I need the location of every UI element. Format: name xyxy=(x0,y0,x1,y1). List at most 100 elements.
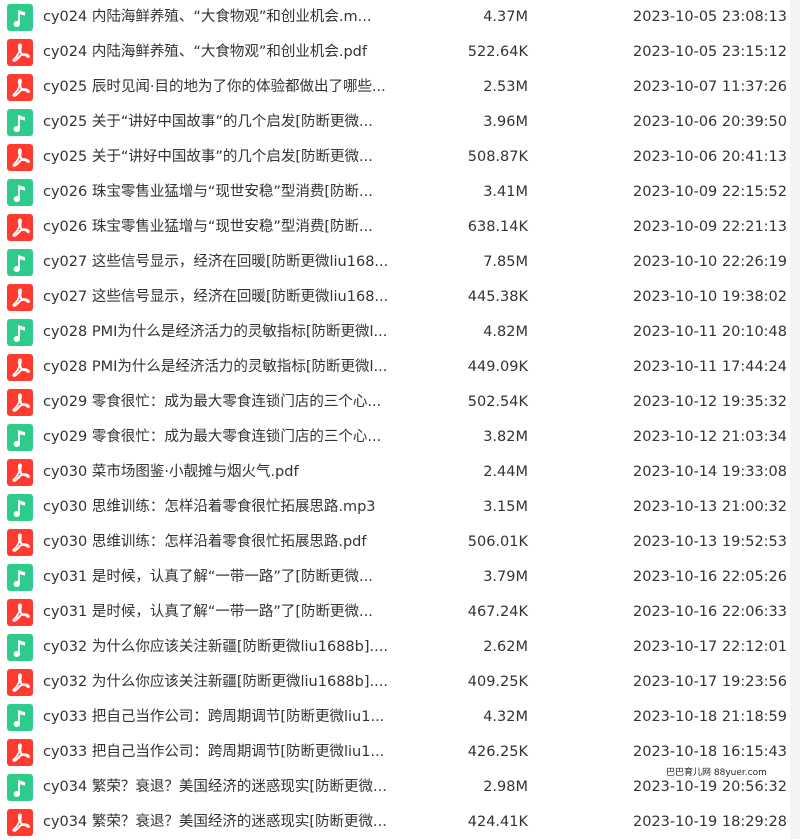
file-size: 3.15M xyxy=(483,499,528,515)
pdf-icon xyxy=(7,39,33,66)
file-row[interactable]: cy028 PMI为什么是经济活力的灵敏指标[防断更微l... 4.82M 2023… xyxy=(0,315,790,350)
file-size: 508.87K xyxy=(467,149,528,165)
file-date: 2023-10-10 22:26:19 xyxy=(633,254,787,270)
file-name[interactable]: cy030 思维训练：怎样沿着零食很忙拓展思路.mp3 xyxy=(43,490,398,525)
file-name[interactable]: cy025 辰时见闻·目的地为了你的体验都做出了哪些... xyxy=(43,70,398,105)
pdf-icon xyxy=(7,809,33,836)
file-row[interactable]: cy024 内陆海鲜养殖、“大食物观”和创业机会.pdf 522.64K 2023-… xyxy=(0,35,790,70)
file-name[interactable]: cy029 零食很忙：成为最大零食连锁门店的三个心... xyxy=(43,420,398,455)
file-row[interactable]: cy030 菜市场图鉴·小靓摊与烟火气.pdf 2.44M 2023-10-14 1… xyxy=(0,455,790,490)
file-row[interactable]: cy027 这些信号显示，经济在回暖[防断更微liu168... 445.38K 2… xyxy=(0,280,790,315)
file-name[interactable]: cy029 零食很忙：成为最大零食连锁门店的三个心... xyxy=(43,385,398,420)
file-row[interactable]: cy029 零食很忙：成为最大零食连锁门店的三个心... 3.82M 2023-10… xyxy=(0,420,790,455)
file-name[interactable]: cy034 繁荣？衰退？美国经济的迷惑现实[防断更微... xyxy=(43,770,398,805)
file-name[interactable]: cy033 把自己当作公司：跨周期调节[防断更微liu1... xyxy=(43,735,398,770)
file-date: 2023-10-11 17:44:24 xyxy=(633,359,787,375)
file-row[interactable]: cy025 关于“讲好中国故事”的几个启发[防断更微... 508.87K 2023… xyxy=(0,140,790,175)
file-date: 2023-10-14 19:33:08 xyxy=(633,464,787,480)
file-row[interactable]: cy032 为什么你应该关注新疆[防断更微liu1688b].... 2.62M 2… xyxy=(0,630,790,665)
music-note-icon xyxy=(7,424,33,451)
file-date: 2023-10-12 21:03:34 xyxy=(633,429,787,445)
file-date: 2023-10-10 19:38:02 xyxy=(633,289,787,305)
file-name[interactable]: cy025 关于“讲好中国故事”的几个启发[防断更微... xyxy=(43,105,398,140)
pdf-icon xyxy=(7,354,33,381)
file-name[interactable]: cy024 内陆海鲜养殖、“大食物观”和创业机会.pdf xyxy=(43,35,398,70)
file-name[interactable]: cy031 是时候，认真了解“一带一路”了[防断更微... xyxy=(43,595,398,630)
file-name[interactable]: cy026 珠宝零售业猛增与“现世安稳”型消费[防断... xyxy=(43,175,398,210)
file-name[interactable]: cy025 关于“讲好中国故事”的几个启发[防断更微... xyxy=(43,140,398,175)
file-row[interactable]: cy030 思维训练：怎样沿着零食很忙拓展思路.pdf 506.01K 2023-1… xyxy=(0,525,790,560)
file-name[interactable]: cy032 为什么你应该关注新疆[防断更微liu1688b].... xyxy=(43,665,398,700)
file-list: cy024 内陆海鲜养殖、“大食物观”和创业机会.m... 4.37M 2023-1… xyxy=(0,0,790,840)
file-date: 2023-10-09 22:15:52 xyxy=(633,184,787,200)
music-note-icon xyxy=(7,109,33,136)
file-size: 2.44M xyxy=(483,464,528,480)
file-name[interactable]: cy030 菜市场图鉴·小靓摊与烟火气.pdf xyxy=(43,455,398,490)
file-size: 522.64K xyxy=(467,44,528,60)
file-row[interactable]: cy026 珠宝零售业猛增与“现世安稳”型消费[防断... 3.41M 2023-1… xyxy=(0,175,790,210)
file-name[interactable]: cy028 PMI为什么是经济活力的灵敏指标[防断更微l... xyxy=(43,350,398,385)
file-name[interactable]: cy027 这些信号显示，经济在回暖[防断更微liu168... xyxy=(43,245,398,280)
file-row[interactable]: cy033 把自己当作公司：跨周期调节[防断更微liu1... 4.32M 2023… xyxy=(0,700,790,735)
pdf-icon xyxy=(7,669,33,696)
pdf-icon xyxy=(7,529,33,556)
file-size: 502.54K xyxy=(467,394,528,410)
file-size: 3.82M xyxy=(483,429,528,445)
file-row[interactable]: cy034 繁荣？衰退？美国经济的迷惑现实[防断更微... 424.41K 2023… xyxy=(0,805,790,840)
file-date: 2023-10-06 20:39:50 xyxy=(633,114,787,130)
file-row[interactable]: cy032 为什么你应该关注新疆[防断更微liu1688b].... 409.25… xyxy=(0,665,790,700)
music-note-icon xyxy=(7,704,33,731)
file-size: 426.25K xyxy=(467,744,528,760)
scrollbar[interactable] xyxy=(790,0,800,839)
file-size: 4.82M xyxy=(483,324,528,340)
file-row[interactable]: cy031 是时候，认真了解“一带一路”了[防断更微... 467.24K 2023… xyxy=(0,595,790,630)
file-date: 2023-10-11 20:10:48 xyxy=(633,324,787,340)
file-row[interactable]: cy027 这些信号显示，经济在回暖[防断更微liu168... 7.85M 202… xyxy=(0,245,790,280)
file-size: 449.09K xyxy=(467,359,528,375)
music-note-icon xyxy=(7,774,33,801)
file-size: 3.79M xyxy=(483,569,528,585)
music-note-icon xyxy=(7,249,33,276)
file-row[interactable]: cy029 零食很忙：成为最大零食连锁门店的三个心... 502.54K 2023-… xyxy=(0,385,790,420)
file-name[interactable]: cy032 为什么你应该关注新疆[防断更微liu1688b].... xyxy=(43,630,398,665)
file-size: 409.25K xyxy=(467,674,528,690)
pdf-icon xyxy=(7,214,33,241)
file-row[interactable]: cy026 珠宝零售业猛增与“现世安稳”型消费[防断... 638.14K 2023… xyxy=(0,210,790,245)
file-name[interactable]: cy028 PMI为什么是经济活力的灵敏指标[防断更微l... xyxy=(43,315,398,350)
file-size: 3.96M xyxy=(483,114,528,130)
file-row[interactable]: cy030 思维训练：怎样沿着零食很忙拓展思路.mp3 3.15M 2023-10-… xyxy=(0,490,790,525)
pdf-icon xyxy=(7,459,33,486)
file-name[interactable]: cy027 这些信号显示，经济在回暖[防断更微liu168... xyxy=(43,280,398,315)
file-row[interactable]: cy025 辰时见闻·目的地为了你的体验都做出了哪些... 2.53M 2023-1… xyxy=(0,70,790,105)
pdf-icon xyxy=(7,74,33,101)
file-name[interactable]: cy031 是时候，认真了解“一带一路”了[防断更微... xyxy=(43,560,398,595)
file-name[interactable]: cy030 思维训练：怎样沿着零食很忙拓展思路.pdf xyxy=(43,525,398,560)
file-size: 4.32M xyxy=(483,709,528,725)
file-date: 2023-10-13 19:52:53 xyxy=(633,534,787,550)
file-date: 2023-10-07 11:37:26 xyxy=(633,79,787,95)
music-note-icon xyxy=(7,4,33,31)
music-note-icon xyxy=(7,494,33,521)
file-size: 445.38K xyxy=(467,289,528,305)
file-size: 506.01K xyxy=(467,534,528,550)
file-size: 7.85M xyxy=(483,254,528,270)
file-date: 2023-10-16 22:06:33 xyxy=(633,604,787,620)
file-row[interactable]: cy025 关于“讲好中国故事”的几个启发[防断更微... 3.96M 2023-1… xyxy=(0,105,790,140)
file-date: 2023-10-09 22:21:13 xyxy=(633,219,787,235)
file-name[interactable]: cy033 把自己当作公司：跨周期调节[防断更微liu1... xyxy=(43,700,398,735)
pdf-icon xyxy=(7,144,33,171)
music-note-icon xyxy=(7,319,33,346)
file-size: 2.53M xyxy=(483,79,528,95)
file-size: 4.37M xyxy=(483,9,528,25)
file-row[interactable]: cy028 PMI为什么是经济活力的灵敏指标[防断更微l... 449.09K 20… xyxy=(0,350,790,385)
pdf-icon xyxy=(7,739,33,766)
file-row[interactable]: cy024 内陆海鲜养殖、“大食物观”和创业机会.m... 4.37M 2023-1… xyxy=(0,0,790,35)
file-size: 467.24K xyxy=(467,604,528,620)
file-size: 638.14K xyxy=(467,219,528,235)
file-row[interactable]: cy031 是时候，认真了解“一带一路”了[防断更微... 3.79M 2023-1… xyxy=(0,560,790,595)
file-name[interactable]: cy026 珠宝零售业猛增与“现世安稳”型消费[防断... xyxy=(43,210,398,245)
music-note-icon xyxy=(7,179,33,206)
file-name[interactable]: cy034 繁荣？衰退？美国经济的迷惑现实[防断更微... xyxy=(43,805,398,840)
file-name[interactable]: cy024 内陆海鲜养殖、“大食物观”和创业机会.m... xyxy=(43,0,398,35)
file-date: 2023-10-13 21:00:32 xyxy=(633,499,787,515)
